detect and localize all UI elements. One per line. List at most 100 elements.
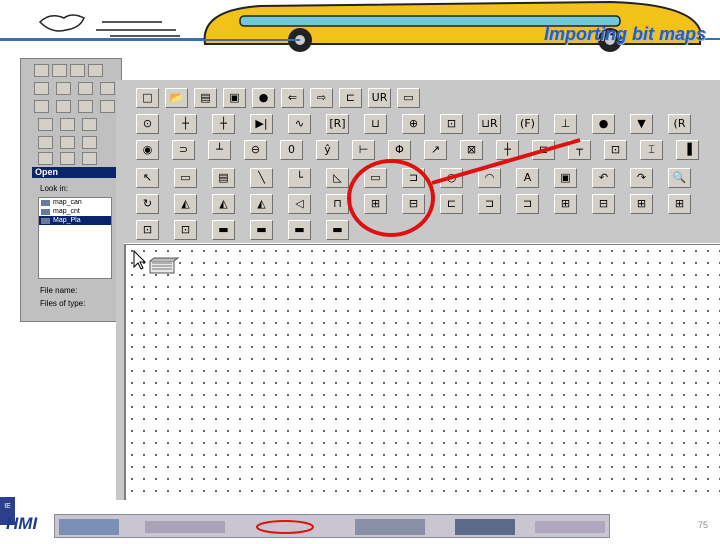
toolbar-button[interactable]: ⊏	[532, 140, 555, 160]
toolbar-button[interactable]: ▬	[212, 220, 235, 240]
toolbar-button[interactable]: ↗	[424, 140, 447, 160]
toolbar-button[interactable]: ⊐	[478, 194, 501, 214]
toolbar-button[interactable]: ⊡	[174, 220, 197, 240]
toolbar-button[interactable]: ●	[592, 114, 615, 134]
toolbar-button[interactable]: 📂	[165, 88, 188, 108]
toolbar-button[interactable]: 🔍	[668, 168, 691, 188]
toolbar-button[interactable]: ▶|	[250, 114, 273, 134]
toolbar-button[interactable]: ▐	[676, 140, 699, 160]
toolbar-button[interactable]: ⊐	[516, 194, 539, 214]
toolbar-button[interactable]: ⊞	[630, 194, 653, 214]
small-tool-button[interactable]	[100, 82, 115, 95]
toolbar-button[interactable]: ▬	[326, 220, 349, 240]
toolbar-button[interactable]: ⊢	[352, 140, 375, 160]
toolbar-button[interactable]: ⊔	[364, 114, 387, 134]
toolbar-button[interactable]: ┼	[496, 140, 519, 160]
toolbar-button[interactable]: ◭	[174, 194, 197, 214]
toolbar-button[interactable]: □	[136, 88, 159, 108]
small-tool-button[interactable]	[52, 64, 67, 77]
toolbar-button[interactable]: ↶	[592, 168, 615, 188]
toolbar-button[interactable]: UR	[368, 88, 391, 108]
small-tool-button[interactable]	[34, 82, 49, 95]
small-tool-button[interactable]	[34, 100, 49, 113]
toolbar-button[interactable]: ⊥	[554, 114, 577, 134]
small-tool-button[interactable]	[60, 136, 75, 149]
toolbar-button[interactable]: ◠	[478, 168, 501, 188]
file-item[interactable]: map_cnt	[39, 207, 111, 216]
small-tool-button[interactable]	[56, 82, 71, 95]
toolbar-button[interactable]: ◭	[212, 194, 235, 214]
small-tool-button[interactable]	[38, 118, 53, 131]
small-tool-button[interactable]	[38, 136, 53, 149]
toolbar-button[interactable]: ◺	[326, 168, 349, 188]
toolbar-button[interactable]: (F)	[516, 114, 539, 134]
small-tool-button[interactable]	[60, 118, 75, 131]
toolbar-button[interactable]: ⊟	[592, 194, 615, 214]
toolbar-button[interactable]: ↖	[136, 168, 159, 188]
toolbar-button[interactable]: Φ	[388, 140, 411, 160]
toolbar-button[interactable]: ⊡	[604, 140, 627, 160]
toolbar-button[interactable]: ◭	[250, 194, 273, 214]
toolbar-button[interactable]: ┬	[568, 140, 591, 160]
toolbar-button[interactable]: ▬	[250, 220, 273, 240]
toolbar-button[interactable]: ↷	[630, 168, 653, 188]
small-tool-button[interactable]	[78, 82, 93, 95]
speed-lines-icon	[38, 14, 180, 37]
small-tool-button[interactable]	[60, 152, 75, 165]
small-tool-button[interactable]	[56, 100, 71, 113]
toolbar-button[interactable]: ⊕	[402, 114, 425, 134]
toolbar-button[interactable]: ⊔R	[478, 114, 501, 134]
toolbar-button[interactable]: ◁	[288, 194, 311, 214]
toolbar-button[interactable]: ○	[440, 168, 463, 188]
toolbar-button[interactable]: 0	[280, 140, 303, 160]
toolbar-button[interactable]: ⊖	[244, 140, 267, 160]
toolbar-button[interactable]: ∿	[288, 114, 311, 134]
toolbar-button[interactable]: ▭	[174, 168, 197, 188]
toolbar-button[interactable]: ⊓	[326, 194, 349, 214]
toolbar-button[interactable]: ▣	[223, 88, 246, 108]
toolbar-button[interactable]: ┼	[174, 114, 197, 134]
toolbar-button[interactable]: ⊏	[440, 194, 463, 214]
toolbar-button[interactable]: ⊏	[339, 88, 362, 108]
small-tool-button[interactable]	[82, 136, 97, 149]
toolbar-button[interactable]: ▼	[630, 114, 653, 134]
toolbar-button[interactable]: ⊙	[136, 114, 159, 134]
small-tool-button[interactable]	[88, 64, 103, 77]
small-tool-button[interactable]	[82, 118, 97, 131]
toolbar-button[interactable]: ⊞	[554, 194, 577, 214]
small-tool-button[interactable]	[78, 100, 93, 113]
toolbar-button[interactable]: ↻	[136, 194, 159, 214]
toolbar-button[interactable]: (R	[668, 114, 691, 134]
toolbar-button[interactable]: ⊃	[172, 140, 195, 160]
small-tool-button[interactable]	[38, 152, 53, 165]
small-tool-button[interactable]	[82, 152, 97, 165]
toolbar-button[interactable]: ⇨	[310, 88, 333, 108]
toolbar-button[interactable]: ⊞	[668, 194, 691, 214]
toolbar-button[interactable]: ╲	[250, 168, 273, 188]
toolbar-button[interactable]: ⌶	[640, 140, 663, 160]
toolbar-button[interactable]: ⊡	[136, 220, 159, 240]
toolbar-button[interactable]: ◉	[136, 140, 159, 160]
small-tool-button[interactable]	[34, 64, 49, 77]
toolbar-button[interactable]: ⊡	[440, 114, 463, 134]
toolbar-button[interactable]: [R]	[326, 114, 349, 134]
toolbar-button[interactable]: ┼	[212, 114, 235, 134]
toolbar-button[interactable]: ▣	[554, 168, 577, 188]
toolbar-button[interactable]: ●	[252, 88, 275, 108]
drawing-canvas[interactable]	[124, 244, 720, 500]
toolbar-button[interactable]: ⇐	[281, 88, 304, 108]
small-tool-button[interactable]	[100, 100, 115, 113]
toolbar-button[interactable]: ŷ	[316, 140, 339, 160]
toolbar-button[interactable]: ┴	[208, 140, 231, 160]
toolbar-button[interactable]: ▤	[212, 168, 235, 188]
toolbar-button[interactable]: ▬	[288, 220, 311, 240]
toolbar-button[interactable]: ▤	[194, 88, 217, 108]
toolbar-button[interactable]: ▭	[397, 88, 420, 108]
file-item-selected[interactable]: Map_Pla	[39, 216, 111, 225]
small-tool-button[interactable]	[70, 64, 85, 77]
toolbar-button[interactable]: A	[516, 168, 539, 188]
toolbar-button[interactable]: └	[288, 168, 311, 188]
slide-title: Importing bit maps	[544, 24, 706, 44]
toolbar-button[interactable]: ⊠	[460, 140, 483, 160]
file-item[interactable]: map_can	[39, 198, 111, 207]
